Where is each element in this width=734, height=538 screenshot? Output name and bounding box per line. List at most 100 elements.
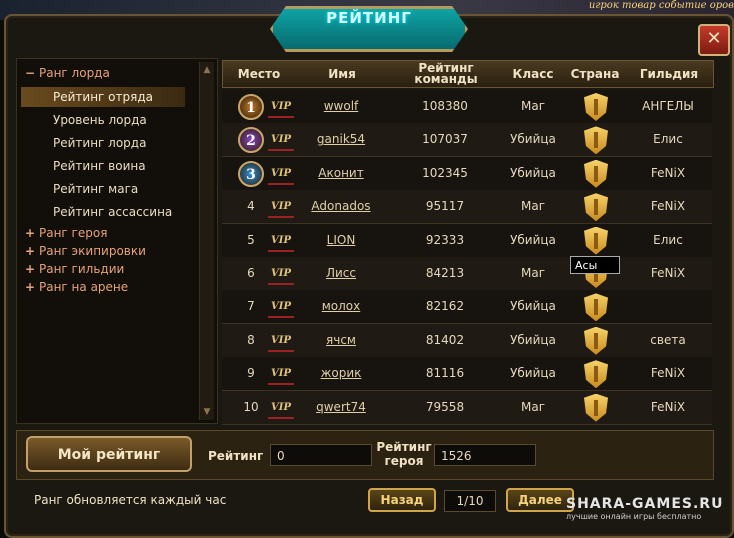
my-rating-button[interactable]: Мой рейтинг [26, 436, 192, 472]
player-name-link[interactable]: Аконит [306, 157, 376, 190]
guild-cell: АНГЕЛЫ [642, 99, 694, 113]
sidebar-group-guild[interactable]: + Ранг гильдии [25, 259, 124, 279]
class-cell: Маг [520, 266, 545, 280]
sidebar-item-lord-level[interactable]: Уровень лорда [53, 110, 147, 130]
sidebar-item-lord-rating[interactable]: Рейтинг лорда [53, 133, 146, 153]
close-button[interactable]: ✕ [698, 24, 730, 56]
expand-icon: + [25, 244, 36, 258]
player-name-link[interactable]: ячсм [306, 324, 376, 357]
vip-badge-icon: VIP [268, 232, 294, 252]
page-indicator: 1/10 [444, 490, 496, 512]
sidebar-group-equipment[interactable]: + Ранг экипировки [25, 241, 146, 261]
rank-medal-icon: 2 [238, 127, 264, 154]
tooltip: Асы [570, 256, 620, 274]
sidebar-scrollbar[interactable]: ▲ ▼ [199, 62, 214, 420]
sidebar-group-lord[interactable]: − Ранг лорда [25, 63, 110, 83]
country-shield-icon [584, 326, 608, 355]
sidebar-group-label: Ранг гильдии [39, 262, 125, 276]
sidebar-group-hero[interactable]: + Ранг героя [25, 223, 107, 243]
next-button[interactable]: Далее [506, 488, 574, 512]
class-cell: Убийца [510, 232, 556, 247]
team-rating-cell: 81116 [425, 366, 465, 381]
team-rating-cell: 81402 [425, 332, 465, 347]
watermark: SHARA-GAMES.RU лучшие онлайн игры бесплат… [566, 496, 726, 528]
class-cell: Маг [520, 199, 545, 214]
country-shield-icon [584, 193, 608, 222]
table-row[interactable]: 8 VIP ячсм 81402 Убийца света [222, 323, 712, 358]
vip-badge-icon: VIP [268, 332, 294, 352]
sidebar-item-squad-rating[interactable]: Рейтинг отряда [21, 87, 185, 107]
player-name-link[interactable]: wwolf [306, 90, 376, 123]
vip-badge-icon: VIP [268, 98, 294, 118]
place-cell: 6 [247, 266, 255, 280]
sidebar-item-assassin-rating[interactable]: Рейтинг ассассина [53, 202, 172, 222]
hero-rating-field: 1526 [434, 444, 536, 466]
sidebar-group-arena[interactable]: + Ранг на арене [25, 277, 128, 297]
class-cell: Убийца [510, 132, 556, 147]
scroll-up-icon[interactable]: ▲ [201, 64, 213, 76]
guild-cell: FeNiX [650, 366, 686, 381]
player-name-link[interactable]: qwert74 [306, 391, 376, 424]
watermark-brand: SHARA-GAMES.RU [566, 496, 724, 512]
class-cell: Маг [520, 399, 545, 414]
hero-rating-label-line2: героя [384, 454, 424, 468]
vip-badge-icon: VIP [268, 399, 294, 419]
scroll-down-icon[interactable]: ▼ [201, 406, 213, 418]
team-rating-cell: 95117 [425, 199, 465, 214]
rating-label: Рейтинг [208, 449, 264, 463]
table-row[interactable]: 7 VIP молох 82162 Убийца [222, 290, 712, 325]
sidebar-group-label: Ранг лорда [39, 66, 110, 80]
back-button[interactable]: Назад [368, 488, 436, 512]
col-class: Класс [512, 66, 554, 81]
player-name-link[interactable]: жорик [306, 357, 376, 390]
country-shield-icon [584, 93, 608, 121]
country-shield-icon [584, 126, 608, 155]
country-shield-icon [584, 226, 608, 255]
place-cell: 9 [247, 366, 255, 381]
vip-badge-icon: VIP [268, 298, 294, 319]
place-cell: 4 [247, 199, 255, 214]
expand-icon: + [25, 280, 36, 294]
table-row[interactable]: 2 VIP ganik54 107037 Убийца Елис [222, 123, 712, 158]
team-rating-cell: 84213 [425, 266, 465, 280]
table-row[interactable]: 6 VIP Лисс 84213 Маг FeNiX [222, 257, 712, 291]
team-rating-cell: 82162 [425, 299, 465, 314]
table-row[interactable]: 3 VIP Аконит 102345 Убийца FeNiX [222, 156, 712, 191]
sidebar-group-label: Ранг экипировки [39, 244, 146, 258]
sidebar-group-label: Ранг на арене [39, 280, 129, 294]
guild-cell: FeNiX [650, 266, 686, 280]
place-cell: 8 [247, 332, 255, 347]
update-note: Ранг обновляется каждый час [34, 493, 227, 507]
table-row[interactable]: 5 VIP LION 92333 Убийца Елис [222, 223, 712, 258]
rank-medal-icon: 1 [238, 94, 264, 120]
player-name-link[interactable]: Лисс [306, 257, 376, 290]
expand-icon: + [25, 262, 36, 276]
guild-cell: FeNiX [650, 399, 686, 414]
guild-cell: света [650, 332, 686, 347]
col-place: Место [237, 66, 281, 81]
country-shield-icon [584, 293, 608, 322]
vip-badge-icon: VIP [268, 265, 294, 285]
col-guild: Гильдия [639, 66, 699, 81]
team-rating-cell: 102345 [422, 165, 468, 180]
top-links[interactable]: игрок товар событие оров [589, 0, 734, 12]
player-name-link[interactable]: Adonados [306, 190, 376, 223]
guild-cell [628, 290, 708, 323]
player-name-link[interactable]: ganik54 [306, 123, 376, 156]
country-shield-icon [584, 393, 608, 422]
sidebar-item-warrior-rating[interactable]: Рейтинг воина [53, 156, 146, 176]
title-plate: РЕЙТИНГ [270, 6, 468, 52]
table-row[interactable]: 10 VIP qwert74 79558 Маг FeNiX [222, 390, 712, 425]
collapse-icon: − [25, 66, 36, 80]
place-cell: 10 [243, 399, 259, 414]
team-rating-cell: 107037 [422, 132, 468, 147]
table-row[interactable]: 1 VIP wwolf 108380 Маг АНГЕЛЫ [222, 90, 712, 124]
table-row[interactable]: 9 VIP жорик 81116 Убийца FeNiX [222, 357, 712, 392]
class-cell: Убийца [510, 366, 556, 381]
guild-cell: FeNiX [650, 199, 686, 214]
sidebar-item-mage-rating[interactable]: Рейтинг мага [53, 179, 138, 199]
player-name-link[interactable]: молох [306, 290, 376, 323]
player-name-link[interactable]: LION [306, 224, 376, 257]
class-cell: Убийца [510, 165, 556, 180]
table-row[interactable]: 4 VIP Adonados 95117 Маг FeNiX [222, 190, 712, 225]
